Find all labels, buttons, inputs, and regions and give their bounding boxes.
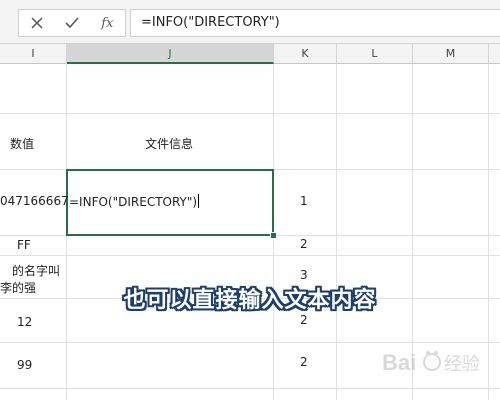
cell-k-value[interactable]: 2 [300,237,308,251]
baidu-logo-icon: Bai 经验 [382,350,480,375]
formula-input[interactable]: =INFO("DIRECTORY") [130,9,500,37]
cell-k-value[interactable]: 2 [300,355,308,369]
cell-k-value[interactable]: 2 [300,313,308,327]
cell-j-header[interactable]: 文件信息 [145,135,193,152]
column-header-i[interactable]: I [0,44,67,64]
column-header-l[interactable]: L [337,44,413,64]
grid-line [0,255,500,256]
grid-line [336,64,337,400]
cell-i-header[interactable]: 数值 [10,135,34,152]
video-subtitle: 也可以直接输入文本内容 [123,288,377,313]
cell-j-formula-text: =INFO("DIRECTORY") [69,195,198,209]
svg-text:Bai: Bai [382,350,416,375]
baidu-jingyan-watermark: Bai 经验 [380,340,498,390]
grid-line [0,113,500,114]
cell-k-value[interactable]: 1 [300,194,308,208]
column-header-n[interactable] [489,44,500,64]
column-header-m[interactable]: M [413,44,489,64]
cell-i-value[interactable]: FF [17,238,31,252]
function-icon[interactable]: fx [96,12,118,34]
column-header-j[interactable]: J [67,44,274,64]
cell-i-value[interactable]: 的名字叫 [12,262,60,279]
fill-handle[interactable] [270,232,277,239]
formula-bar: fx =INFO("DIRECTORY") [0,0,500,44]
close-icon[interactable] [26,12,48,34]
check-icon[interactable] [61,12,83,34]
cell-i-value[interactable]: 047166667 [0,194,69,208]
cell-i-value[interactable]: 12 [17,315,32,329]
column-header-k[interactable]: K [274,44,337,64]
formula-bar-buttons: fx [18,9,126,37]
text-caret [198,194,200,208]
cell-k-value[interactable]: 3 [300,268,308,282]
cell-j-editing[interactable]: =INFO("DIRECTORY") [69,194,200,209]
cell-i-value[interactable]: 99 [17,358,32,372]
svg-text:经验: 经验 [444,354,480,375]
